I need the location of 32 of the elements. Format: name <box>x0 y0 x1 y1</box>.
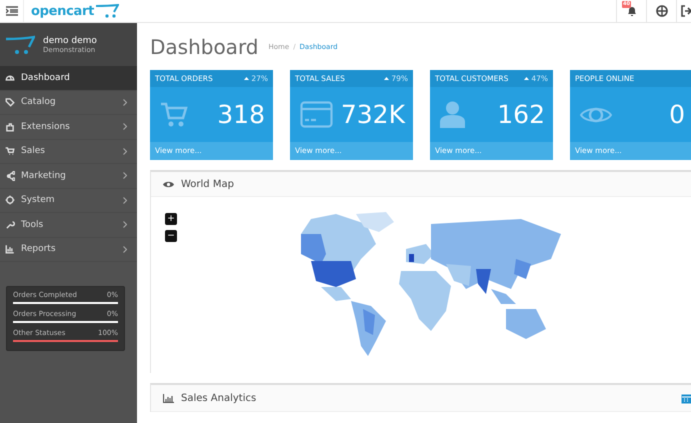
menu-icon[interactable] <box>6 6 18 16</box>
tile-value: 162 <box>497 100 545 129</box>
menu-item[interactable]: Dashboard <box>0 66 137 90</box>
cart-icon <box>160 102 188 128</box>
gear-icon <box>5 195 15 206</box>
bar-chart-icon <box>163 394 174 402</box>
cart-icon <box>5 146 15 156</box>
bell-icon[interactable] <box>626 5 638 17</box>
logout-icon[interactable] <box>681 5 691 17</box>
tile-value: 732K <box>340 100 405 129</box>
logo-text[interactable]: opencart <box>31 4 94 18</box>
user-name: demo demo <box>43 36 97 46</box>
user-icon <box>440 101 465 128</box>
tag-icon <box>5 97 15 108</box>
panel-title: World Map <box>181 178 234 190</box>
credit-card-icon <box>300 101 333 128</box>
caret-up-icon <box>244 77 250 80</box>
eye-icon <box>163 180 174 188</box>
panel-title: Sales Analytics <box>181 392 256 404</box>
zoom-in-button[interactable]: + <box>165 213 177 225</box>
tile-value: 0 <box>669 100 685 129</box>
share-icon <box>5 170 15 181</box>
globe-icon[interactable] <box>656 5 668 17</box>
chart-icon <box>5 244 15 254</box>
zoom-out-button[interactable]: − <box>165 230 177 242</box>
caret-up-icon <box>384 77 390 80</box>
cart-logo-icon <box>5 34 35 54</box>
cart-logo-icon <box>95 4 120 18</box>
page-title: Dashboard <box>150 34 259 58</box>
tile-value: 318 <box>217 100 265 129</box>
caret-up-icon <box>524 77 530 80</box>
dashboard-icon <box>5 72 15 83</box>
